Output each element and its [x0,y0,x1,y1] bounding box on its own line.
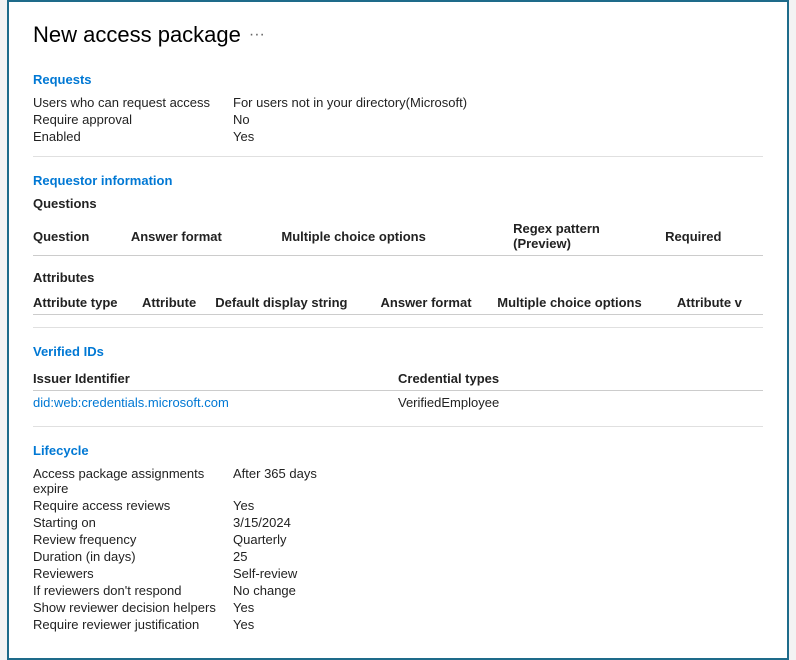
attributes-table: Attribute type Attribute Default display… [33,291,763,315]
requestor-information-section: Requestor information Questions Question… [33,173,763,315]
verified-ids-row-0: did:web:credentials.microsoft.com Verifi… [33,391,763,415]
requests-label-1: Require approval [33,112,233,127]
more-options-icon[interactable]: ··· [249,26,265,44]
lifecycle-label-4: Duration (in days) [33,549,233,564]
requests-value-1: No [233,112,250,127]
verified-ids-heading: Verified IDs [33,344,763,359]
lifecycle-label-2: Starting on [33,515,233,530]
lifecycle-label-7: Show reviewer decision helpers [33,600,233,615]
requests-value-0: For users not in your directory(Microsof… [233,95,467,110]
questions-col-question: Question [33,217,131,256]
lifecycle-row-8: Require reviewer justification Yes [33,617,763,632]
attributes-col-answer-format: Answer format [381,291,498,315]
lifecycle-value-4: 25 [233,549,247,564]
questions-table: Question Answer format Multiple choice o… [33,217,763,256]
lifecycle-value-2: 3/15/2024 [233,515,291,530]
verified-ids-issuer-0: did:web:credentials.microsoft.com [33,391,398,415]
requests-value-2: Yes [233,129,254,144]
questions-header-row: Question Answer format Multiple choice o… [33,217,763,256]
attributes-table-container: Attribute type Attribute Default display… [33,291,763,315]
lifecycle-row-6: If reviewers don't respond No change [33,583,763,598]
lifecycle-row-4: Duration (in days) 25 [33,549,763,564]
requests-label-2: Enabled [33,129,233,144]
requestor-information-heading: Requestor information [33,173,763,188]
lifecycle-label-5: Reviewers [33,566,233,581]
lifecycle-label-3: Review frequency [33,532,233,547]
page-title: New access package [33,22,241,48]
lifecycle-label-0: Access package assignments expire [33,466,233,496]
lifecycle-value-0: After 365 days [233,466,317,496]
lifecycle-value-1: Yes [233,498,254,513]
lifecycle-row-2: Starting on 3/15/2024 [33,515,763,530]
requests-row-2: Enabled Yes [33,129,763,144]
verified-ids-header-row: Issuer Identifier Credential types [33,367,763,391]
attributes-col-attribute: Attribute [142,291,215,315]
lifecycle-value-5: Self-review [233,566,297,581]
verified-ids-col-credential: Credential types [398,367,763,391]
lifecycle-row-3: Review frequency Quarterly [33,532,763,547]
attributes-col-multiple-choice: Multiple choice options [497,291,677,315]
questions-subheading: Questions [33,196,763,211]
page-title-row: New access package ··· [33,22,763,48]
lifecycle-value-6: No change [233,583,296,598]
requests-row-0: Users who can request access For users n… [33,95,763,110]
attributes-col-type: Attribute type [33,291,142,315]
verified-ids-tbody: did:web:credentials.microsoft.com Verifi… [33,391,763,415]
questions-table-container: Question Answer format Multiple choice o… [33,217,763,256]
lifecycle-value-8: Yes [233,617,254,632]
lifecycle-value-3: Quarterly [233,532,286,547]
lifecycle-heading: Lifecycle [33,443,763,458]
questions-col-regex: Regex pattern(Preview) [513,217,665,256]
verified-ids-section: Verified IDs Issuer Identifier Credentia… [33,344,763,414]
attributes-subheading: Attributes [33,270,763,285]
attributes-col-attribute-v: Attribute v [677,291,763,315]
lifecycle-label-1: Require access reviews [33,498,233,513]
attributes-col-display-string: Default display string [215,291,380,315]
requests-heading: Requests [33,72,763,87]
lifecycle-row-5: Reviewers Self-review [33,566,763,581]
verified-ids-credential-0: VerifiedEmployee [398,391,763,415]
lifecycle-row-1: Require access reviews Yes [33,498,763,513]
verified-ids-issuer-link-0[interactable]: did:web:credentials.microsoft.com [33,395,229,410]
lifecycle-label-8: Require reviewer justification [33,617,233,632]
requests-row-1: Require approval No [33,112,763,127]
lifecycle-section: Lifecycle Access package assignments exp… [33,443,763,632]
verified-ids-table: Issuer Identifier Credential types did:w… [33,367,763,414]
lifecycle-value-7: Yes [233,600,254,615]
lifecycle-row-7: Show reviewer decision helpers Yes [33,600,763,615]
lifecycle-label-6: If reviewers don't respond [33,583,233,598]
requests-section: Requests Users who can request access Fo… [33,72,763,144]
questions-col-required: Required [665,217,763,256]
questions-col-multiple-choice: Multiple choice options [281,217,513,256]
main-window: New access package ··· Requests Users wh… [7,0,789,660]
lifecycle-row-0: Access package assignments expire After … [33,466,763,496]
verified-ids-col-issuer: Issuer Identifier [33,367,398,391]
questions-col-answer-format: Answer format [131,217,282,256]
attributes-header-row: Attribute type Attribute Default display… [33,291,763,315]
requests-label-0: Users who can request access [33,95,233,110]
